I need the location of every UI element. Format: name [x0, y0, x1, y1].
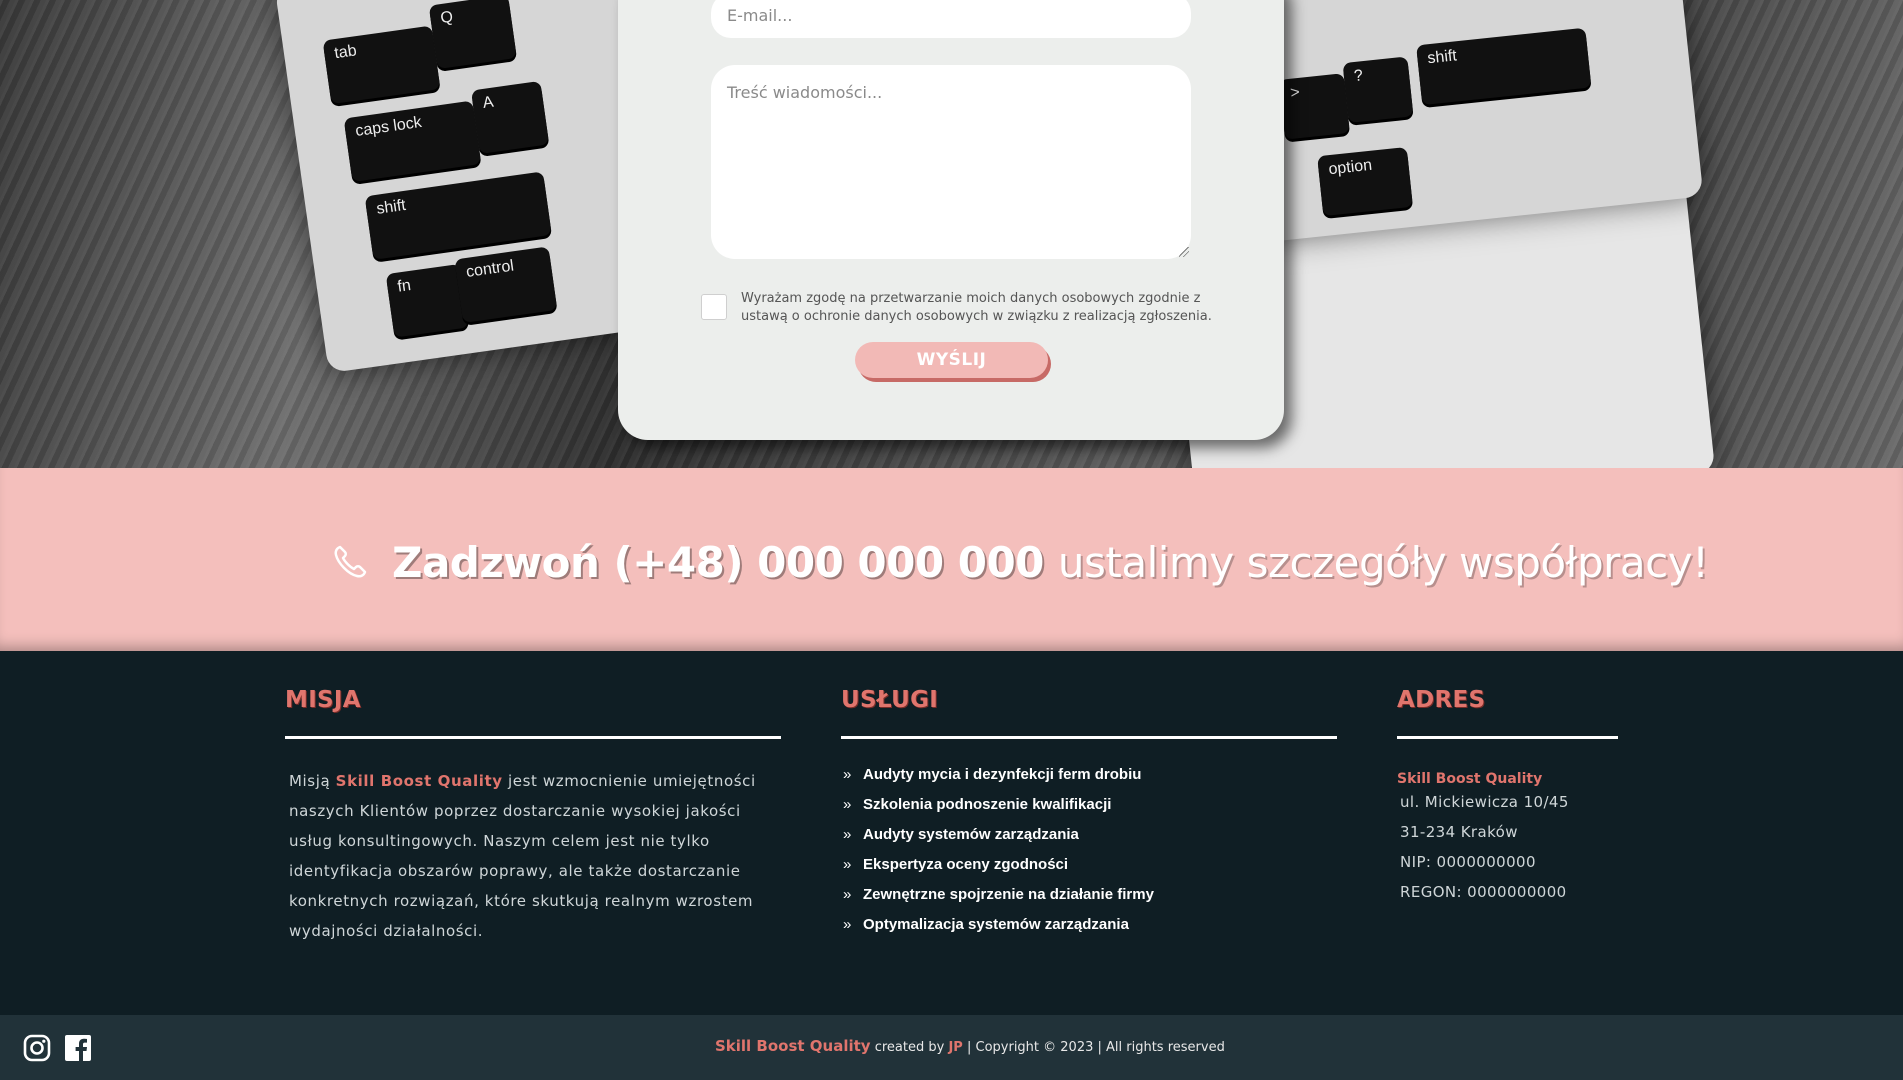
email-field[interactable]: E-mail... — [711, 0, 1191, 38]
key-shift-right: shift — [1416, 27, 1592, 106]
facebook-icon[interactable] — [64, 1034, 92, 1062]
key-control: control — [454, 246, 558, 323]
call-to-action-band: Zadzwoń (+48) 000 000 000 ustalimy szcze… — [0, 468, 1903, 651]
hero-background: tab Q caps lock A shift fn control > ? s… — [0, 0, 1903, 468]
message-placeholder: Treść wiadomości... — [727, 83, 883, 102]
service-link-label: Zewnętrzne spojrzenie na działanie firmy — [863, 886, 1154, 903]
mission-brand: Skill Boost Quality — [335, 772, 503, 790]
service-link-label: Szkolenia podnoszenie kwalifikacji — [863, 796, 1112, 813]
services-divider — [841, 736, 1337, 739]
key-option: option — [1317, 146, 1413, 217]
mission-text: Misją Skill Boost Quality jest wzmocnien… — [289, 766, 781, 946]
service-link[interactable]: » Szkolenia podnoszenie kwalifikacji — [843, 797, 1337, 827]
chevron-right-icon: » — [843, 766, 852, 783]
contact-form-card: E-mail... Treść wiadomości... Wyrażam zg… — [618, 0, 1284, 440]
service-link-label: Optymalizacja systemów zarządzania — [863, 916, 1129, 933]
services-heading: USŁUGI — [841, 687, 939, 713]
submit-button[interactable]: WYŚLIJ — [855, 342, 1048, 378]
call-tagline: ustalimy szczegóły współpracy! — [1057, 537, 1709, 587]
created-by-text: created by — [874, 1040, 945, 1055]
services-column: USŁUGI » Audyty mycia i dezynfekcji ferm … — [841, 687, 1337, 947]
service-link[interactable]: » Ekspertyza oceny zgodności — [843, 857, 1337, 887]
service-link[interactable]: » Audyty mycia i dezynfekcji ferm drobiu — [843, 767, 1337, 797]
service-link[interactable]: » Zewnętrzne spojrzenie na działanie firm… — [843, 887, 1337, 917]
mission-heading: MISJA — [285, 687, 361, 713]
consent-label: Wyrażam zgodę na przetwarzanie moich dan… — [741, 291, 1212, 324]
copyright-brand[interactable]: Skill Boost Quality — [715, 1037, 871, 1055]
copyright-text: | Copyright © 2023 | All rights reserved — [966, 1040, 1225, 1055]
address-divider — [1397, 736, 1618, 739]
call-phone-number[interactable]: Zadzwoń (+48) 000 000 000 — [392, 538, 1044, 587]
address-nip: NIP: 0000000000 — [1400, 853, 1536, 871]
resize-handle-icon[interactable] — [1179, 247, 1189, 257]
services-list: » Audyty mycia i dezynfekcji ferm drobiu … — [843, 767, 1337, 947]
key-a: A — [470, 80, 550, 155]
author-link[interactable]: JP — [948, 1040, 962, 1055]
chevron-right-icon: » — [843, 826, 852, 843]
copyright-line: Skill Boost Quality created by JP | Copy… — [715, 1037, 1225, 1055]
key-caps-lock: caps lock — [343, 100, 482, 183]
footer: MISJA Misją Skill Boost Quality jest wzm… — [0, 651, 1903, 1015]
bottom-bar: Skill Boost Quality created by JP | Copy… — [0, 1015, 1903, 1080]
call-to-action: Zadzwoń (+48) 000 000 000 ustalimy szcze… — [330, 534, 1709, 590]
address-column: ADRES Skill Boost Quality ul. Mickiewicz… — [1397, 687, 1618, 907]
address-company: Skill Boost Quality — [1397, 771, 1543, 787]
address-city: 31-234 Kraków — [1400, 823, 1518, 841]
chevron-right-icon: » — [843, 796, 852, 813]
chevron-right-icon: » — [843, 856, 852, 873]
phone-icon — [334, 545, 367, 578]
instagram-icon[interactable] — [23, 1034, 51, 1062]
key-question: ? — [1342, 56, 1414, 123]
mission-divider — [285, 736, 781, 739]
chevron-right-icon: » — [843, 916, 852, 933]
service-link[interactable]: » Optymalizacja systemów zarządzania — [843, 917, 1337, 947]
service-link[interactable]: » Audyty systemów zarządzania — [843, 827, 1337, 857]
key-q: Q — [428, 0, 517, 70]
key-shift-left: shift — [364, 171, 552, 260]
address-heading: ADRES — [1397, 687, 1486, 713]
mission-text-before: Misją — [289, 772, 331, 790]
key-greater: > — [1278, 73, 1350, 140]
mission-column: MISJA Misją Skill Boost Quality jest wzm… — [285, 687, 781, 946]
service-link-label: Ekspertyza oceny zgodności — [863, 856, 1069, 873]
mission-text-after: jest wzmocnienie umiejętności naszych Kl… — [289, 772, 756, 940]
chevron-right-icon: » — [843, 886, 852, 903]
message-textarea[interactable]: Treść wiadomości... — [711, 65, 1191, 259]
consent-checkbox[interactable] — [701, 294, 727, 320]
key-tab: tab — [322, 25, 441, 105]
address-regon: REGON: 0000000000 — [1400, 883, 1567, 901]
service-link-label: Audyty mycia i dezynfekcji ferm drobiu — [863, 766, 1142, 783]
service-link-label: Audyty systemów zarządzania — [863, 826, 1079, 843]
address-street: ul. Mickiewicza 10/45 — [1400, 793, 1569, 811]
